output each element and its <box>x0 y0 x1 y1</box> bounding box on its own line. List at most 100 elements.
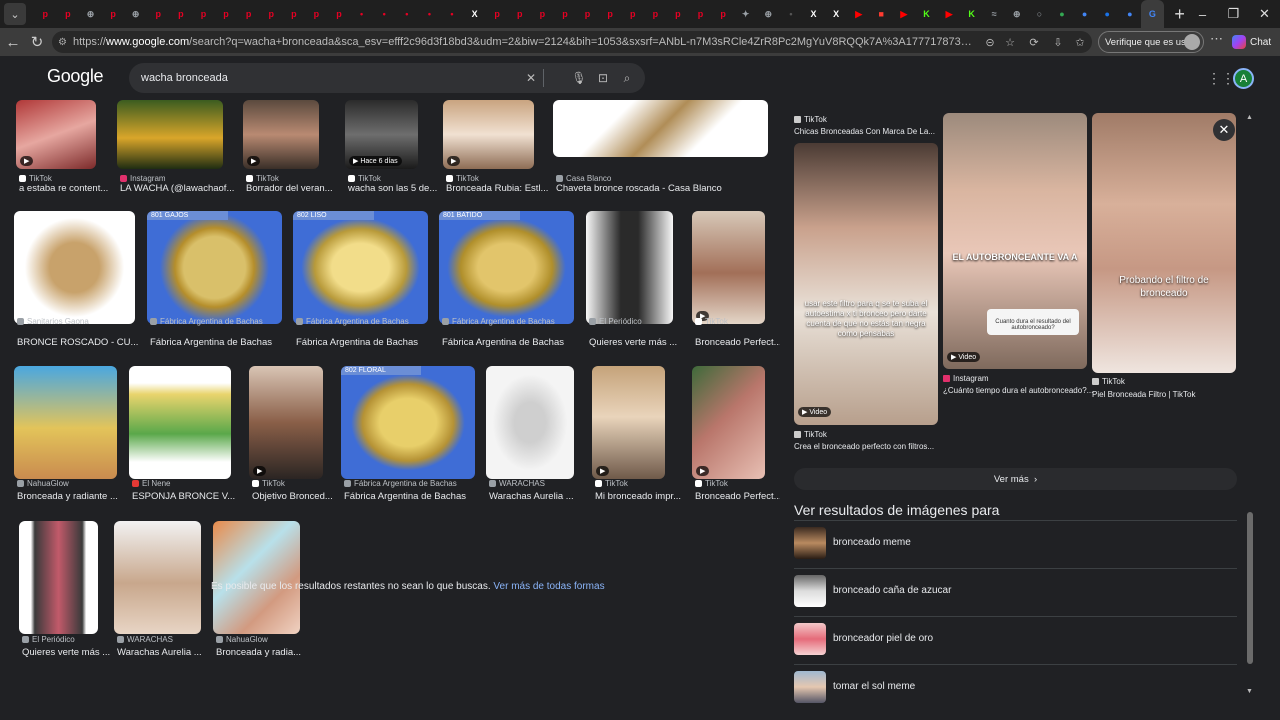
browser-tab[interactable]: X <box>463 3 486 25</box>
bookmark-star-icon[interactable]: ☆ <box>1000 31 1020 53</box>
browser-tab[interactable]: ▶ <box>847 3 870 25</box>
search-query[interactable]: wacha bronceada <box>141 72 519 84</box>
result-title[interactable]: wacha son las 5 de... <box>348 183 437 194</box>
browser-tab[interactable]: • <box>373 3 396 25</box>
scroll-up-icon[interactable]: ▲ <box>1246 114 1253 121</box>
result-thumbnail[interactable]: ▶ <box>592 366 665 479</box>
browser-tab[interactable]: p <box>34 3 57 25</box>
browser-tab[interactable]: ✦ <box>734 3 757 25</box>
result-thumbnail[interactable]: 801 GAJOS <box>147 211 282 324</box>
tab-search-menu-icon[interactable]: ⌄ <box>4 3 26 25</box>
browser-tab[interactable]: ● <box>1096 3 1119 25</box>
microphone-icon[interactable]: 🎙 <box>567 63 591 93</box>
browser-tab[interactable]: ≈ <box>983 3 1006 25</box>
browser-tab[interactable]: • <box>396 3 419 25</box>
result-thumbnail[interactable]: ▶ <box>249 366 323 479</box>
mid-title[interactable]: ¿Cuánto tiempo dura el autobronceado?... <box>943 386 1093 395</box>
related-search-item[interactable]: tomar el sol meme <box>794 664 1237 708</box>
browser-tab[interactable]: ● <box>1119 3 1142 25</box>
result-thumbnail[interactable]: ▶ Hace 6 días <box>345 100 418 169</box>
result-title[interactable]: Fábrica Argentina de Bachas <box>150 337 272 348</box>
result-title[interactable]: Bronceada y radia... <box>216 647 301 658</box>
result-title[interactable]: Bronceado Perfect... <box>695 491 780 502</box>
browser-tab[interactable]: p <box>237 3 260 25</box>
browser-tab[interactable]: p <box>192 3 215 25</box>
result-title[interactable]: Bronceada Rubia: Estl... <box>446 183 548 194</box>
browser-tab[interactable]: ● <box>1073 3 1096 25</box>
browser-tab[interactable]: p <box>57 3 80 25</box>
result-thumbnail[interactable]: 801 BATIDO <box>439 211 574 324</box>
browser-tab[interactable]: p <box>712 3 735 25</box>
account-avatar[interactable]: A <box>1233 68 1254 89</box>
result-thumbnail[interactable]: ▶ <box>692 366 765 479</box>
browser-tab[interactable]: ⊕ <box>79 3 102 25</box>
browser-tab[interactable]: K <box>960 3 983 25</box>
result-thumbnail[interactable] <box>213 521 300 634</box>
result-thumbnail[interactable] <box>14 211 135 324</box>
result-thumbnail[interactable] <box>486 366 574 479</box>
result-title[interactable]: Warachas Aurelia ... <box>117 647 202 658</box>
browser-tab[interactable]: p <box>667 3 690 25</box>
site-info-icon[interactable]: ⚙ <box>58 37 67 48</box>
browser-tab[interactable]: ○ <box>1028 3 1051 25</box>
camera-lens-icon[interactable]: ⊡ <box>591 63 615 93</box>
result-title[interactable]: Fábrica Argentina de Bachas <box>442 337 564 348</box>
result-thumbnail[interactable]: ▶ <box>243 100 319 169</box>
favorites-icon[interactable]: ✩ <box>1070 31 1090 53</box>
google-logo[interactable]: Google <box>47 66 104 87</box>
browser-tab[interactable]: p <box>621 3 644 25</box>
see-more-button[interactable]: Ver más › <box>794 468 1237 490</box>
browser-tab[interactable]: p <box>576 3 599 25</box>
result-title[interactable]: Bronceada y radiante ... <box>17 491 118 502</box>
browser-tab[interactable]: ■ <box>870 3 893 25</box>
reload-icon[interactable]: ↻ <box>25 30 49 54</box>
result-title[interactable]: Borrador del veran... <box>246 183 333 194</box>
result-thumbnail[interactable] <box>586 211 673 324</box>
search-icon[interactable]: ⌕ <box>615 63 639 93</box>
right-title[interactable]: Piel Bronceada Filtro | TikTok <box>1092 390 1195 399</box>
browser-tab[interactable]: p <box>689 3 712 25</box>
result-thumbnail[interactable]: ▶ <box>443 100 534 169</box>
result-thumbnail[interactable] <box>553 100 768 157</box>
main-video-thumb[interactable]: usar este filtro para q se te suba el au… <box>794 143 938 425</box>
related-search-item[interactable]: bronceador piel de oro <box>794 616 1237 660</box>
browser-tab[interactable]: ⊕ <box>124 3 147 25</box>
scrollbar[interactable]: ▲ ▼ <box>1244 100 1256 700</box>
browser-tab[interactable]: X <box>802 3 825 25</box>
result-title[interactable]: Bronceado Perfect... <box>695 337 780 348</box>
result-title[interactable]: ESPONJA BRONCE V... <box>132 491 235 502</box>
close-panel-icon[interactable]: ✕ <box>1213 119 1235 141</box>
related-search-item[interactable]: bronceado caña de azucar <box>794 568 1237 612</box>
minimize-icon[interactable]: – <box>1187 0 1218 28</box>
result-title[interactable]: Quieres verte más ... <box>22 647 110 658</box>
lens-icon[interactable]: ⊝ <box>980 31 1000 53</box>
see-more-anyway-link[interactable]: Ver más de todas formas <box>493 581 604 592</box>
result-title[interactable]: Objetivo Bronced... <box>252 491 333 502</box>
result-thumbnail[interactable]: ▶ <box>692 211 765 324</box>
browser-tab[interactable]: ⊕ <box>1006 3 1029 25</box>
browser-tab[interactable]: p <box>170 3 193 25</box>
browser-tab[interactable]: p <box>508 3 531 25</box>
result-title[interactable]: BRONCE ROSCADO - CU... <box>17 337 138 348</box>
browser-tab[interactable]: ▶ <box>893 3 916 25</box>
browser-tab[interactable]: p <box>554 3 577 25</box>
more-menu-icon[interactable]: ⋯ <box>1210 31 1223 47</box>
result-thumbnail[interactable]: 802 FLORAL <box>341 366 475 479</box>
browser-tab[interactable]: ● <box>1051 3 1074 25</box>
related-search-item[interactable]: bronceado meme <box>794 520 1237 564</box>
browser-tab[interactable]: X <box>825 3 848 25</box>
address-bar[interactable]: ⚙ https://www.google.com/search?q=wacha+… <box>52 31 1092 53</box>
maximize-icon[interactable]: ❐ <box>1218 0 1249 28</box>
result-title[interactable]: LA WACHA (@lawachaof... <box>120 183 234 194</box>
result-title[interactable]: Fábrica Argentina de Bachas <box>296 337 418 348</box>
browser-tab[interactable]: • <box>441 3 464 25</box>
scrollbar-thumb[interactable] <box>1247 512 1253 664</box>
browser-tab[interactable]: • <box>350 3 373 25</box>
result-title[interactable]: a estaba re content... <box>19 183 108 194</box>
browser-tab[interactable]: ⊕ <box>757 3 780 25</box>
browser-tab[interactable]: p <box>486 3 509 25</box>
browser-tab[interactable]: p <box>260 3 283 25</box>
browser-tab[interactable]: ▶ <box>938 3 961 25</box>
browser-tab[interactable]: • <box>418 3 441 25</box>
result-title[interactable]: Chaveta bronce roscada - Casa Blanco <box>556 183 722 194</box>
